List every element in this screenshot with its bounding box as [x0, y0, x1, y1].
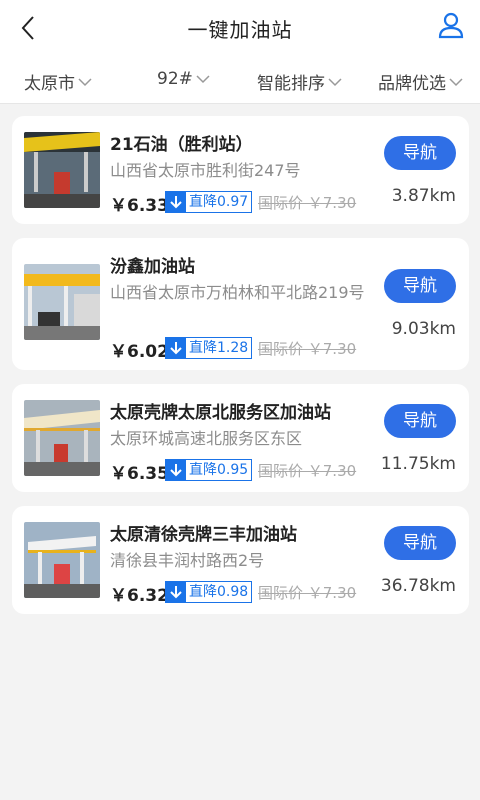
price-drop-text: 直降0.98 [189, 584, 249, 600]
arrow-down-icon [170, 464, 182, 477]
filter-sort[interactable]: 智能排序 [257, 69, 342, 94]
price-drop-text: 直降0.97 [189, 194, 249, 210]
station-price: ￥6.35 [110, 464, 169, 484]
intl-price: 国际价 ￥7.30 [258, 584, 357, 602]
price-drop-badge: 直降0.97 [165, 191, 253, 213]
station-distance: 9.03km [391, 319, 456, 339]
station-photo [24, 132, 100, 208]
station-name: 21石油（胜利站） [110, 135, 253, 155]
navigate-button[interactable]: 导航 [384, 269, 456, 303]
chevron-down-icon [78, 77, 92, 86]
arrow-down-icon [170, 586, 182, 599]
station-address: 山西省太原市胜利街247号 [110, 161, 301, 180]
station-price: ￥6.32 [110, 586, 169, 606]
navigate-button[interactable]: 导航 [384, 526, 456, 560]
price-drop-badge: 直降0.95 [165, 459, 253, 481]
station-distance: 3.87km [391, 186, 456, 206]
price-drop-badge: 直降0.98 [165, 581, 253, 603]
station-photo [24, 400, 100, 476]
station-address: 太原环城高速北服务区东区 [110, 429, 303, 448]
navigate-button[interactable]: 导航 [384, 136, 456, 170]
station-card[interactable]: 太原清徐壳牌三丰加油站 清徐县丰润村路西2号 ￥6.32 直降0.98 国际价 … [12, 506, 469, 614]
filter-label: 智能排序 [257, 74, 325, 94]
navigate-button[interactable]: 导航 [384, 404, 456, 438]
user-icon [438, 12, 464, 39]
intl-price: 国际价 ￥7.30 [258, 462, 357, 480]
filter-fuel-type[interactable]: 92# [157, 69, 210, 89]
station-price: ￥6.02 [110, 342, 169, 362]
filter-bar: 太原市 92# 智能排序 品牌优选 [0, 56, 480, 104]
station-name: 太原清徐壳牌三丰加油站 [110, 525, 297, 545]
station-distance: 11.75km [380, 454, 456, 474]
station-card[interactable]: 汾鑫加油站 山西省太原市万柏林和平北路219号 ￥6.02 直降1.28 国际价… [12, 238, 469, 370]
intl-price: 国际价 ￥7.30 [258, 340, 357, 358]
filter-city[interactable]: 太原市 [24, 69, 92, 94]
price-drop-badge: 直降1.28 [165, 337, 253, 359]
arrow-down-icon [170, 196, 182, 209]
station-price: ￥6.33 [110, 196, 169, 216]
arrow-down-icon [170, 342, 182, 355]
user-button[interactable] [436, 10, 466, 40]
page-title: 一键加油站 [187, 18, 293, 42]
station-photo [24, 522, 100, 598]
station-photo [24, 264, 100, 340]
station-distance: 36.78km [380, 576, 456, 596]
station-card[interactable]: 太原壳牌太原北服务区加油站 太原环城高速北服务区东区 ￥6.35 直降0.95 … [12, 384, 469, 492]
station-name: 汾鑫加油站 [110, 257, 195, 277]
chevron-down-icon [328, 77, 342, 86]
filter-label: 太原市 [24, 74, 75, 94]
filter-brand[interactable]: 品牌优选 [378, 69, 463, 94]
chevron-down-icon [196, 75, 210, 84]
intl-price: 国际价 ￥7.30 [258, 194, 357, 212]
station-card[interactable]: 21石油（胜利站） 山西省太原市胜利街247号 ￥6.33 直降0.97 国际价… [12, 116, 469, 224]
chevron-down-icon [449, 77, 463, 86]
station-name: 太原壳牌太原北服务区加油站 [110, 403, 331, 423]
station-address: 清徐县丰润村路西2号 [110, 551, 265, 570]
price-drop-text: 直降1.28 [189, 340, 249, 356]
price-drop-text: 直降0.95 [189, 462, 249, 478]
filter-label: 92# [157, 69, 193, 89]
station-address: 山西省太原市万柏林和平北路219号 [110, 283, 365, 302]
filter-label: 品牌优选 [378, 74, 446, 94]
top-bar: 一键加油站 [0, 0, 480, 56]
